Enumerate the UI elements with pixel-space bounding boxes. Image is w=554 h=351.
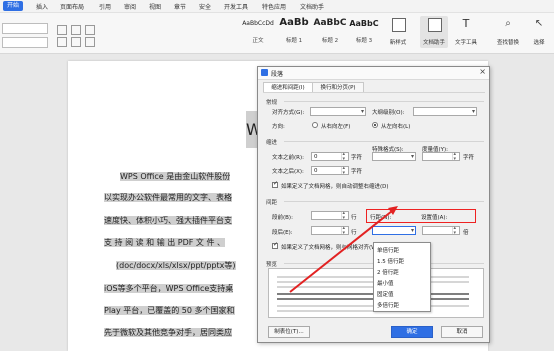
annotation-arrow — [289, 206, 398, 293]
